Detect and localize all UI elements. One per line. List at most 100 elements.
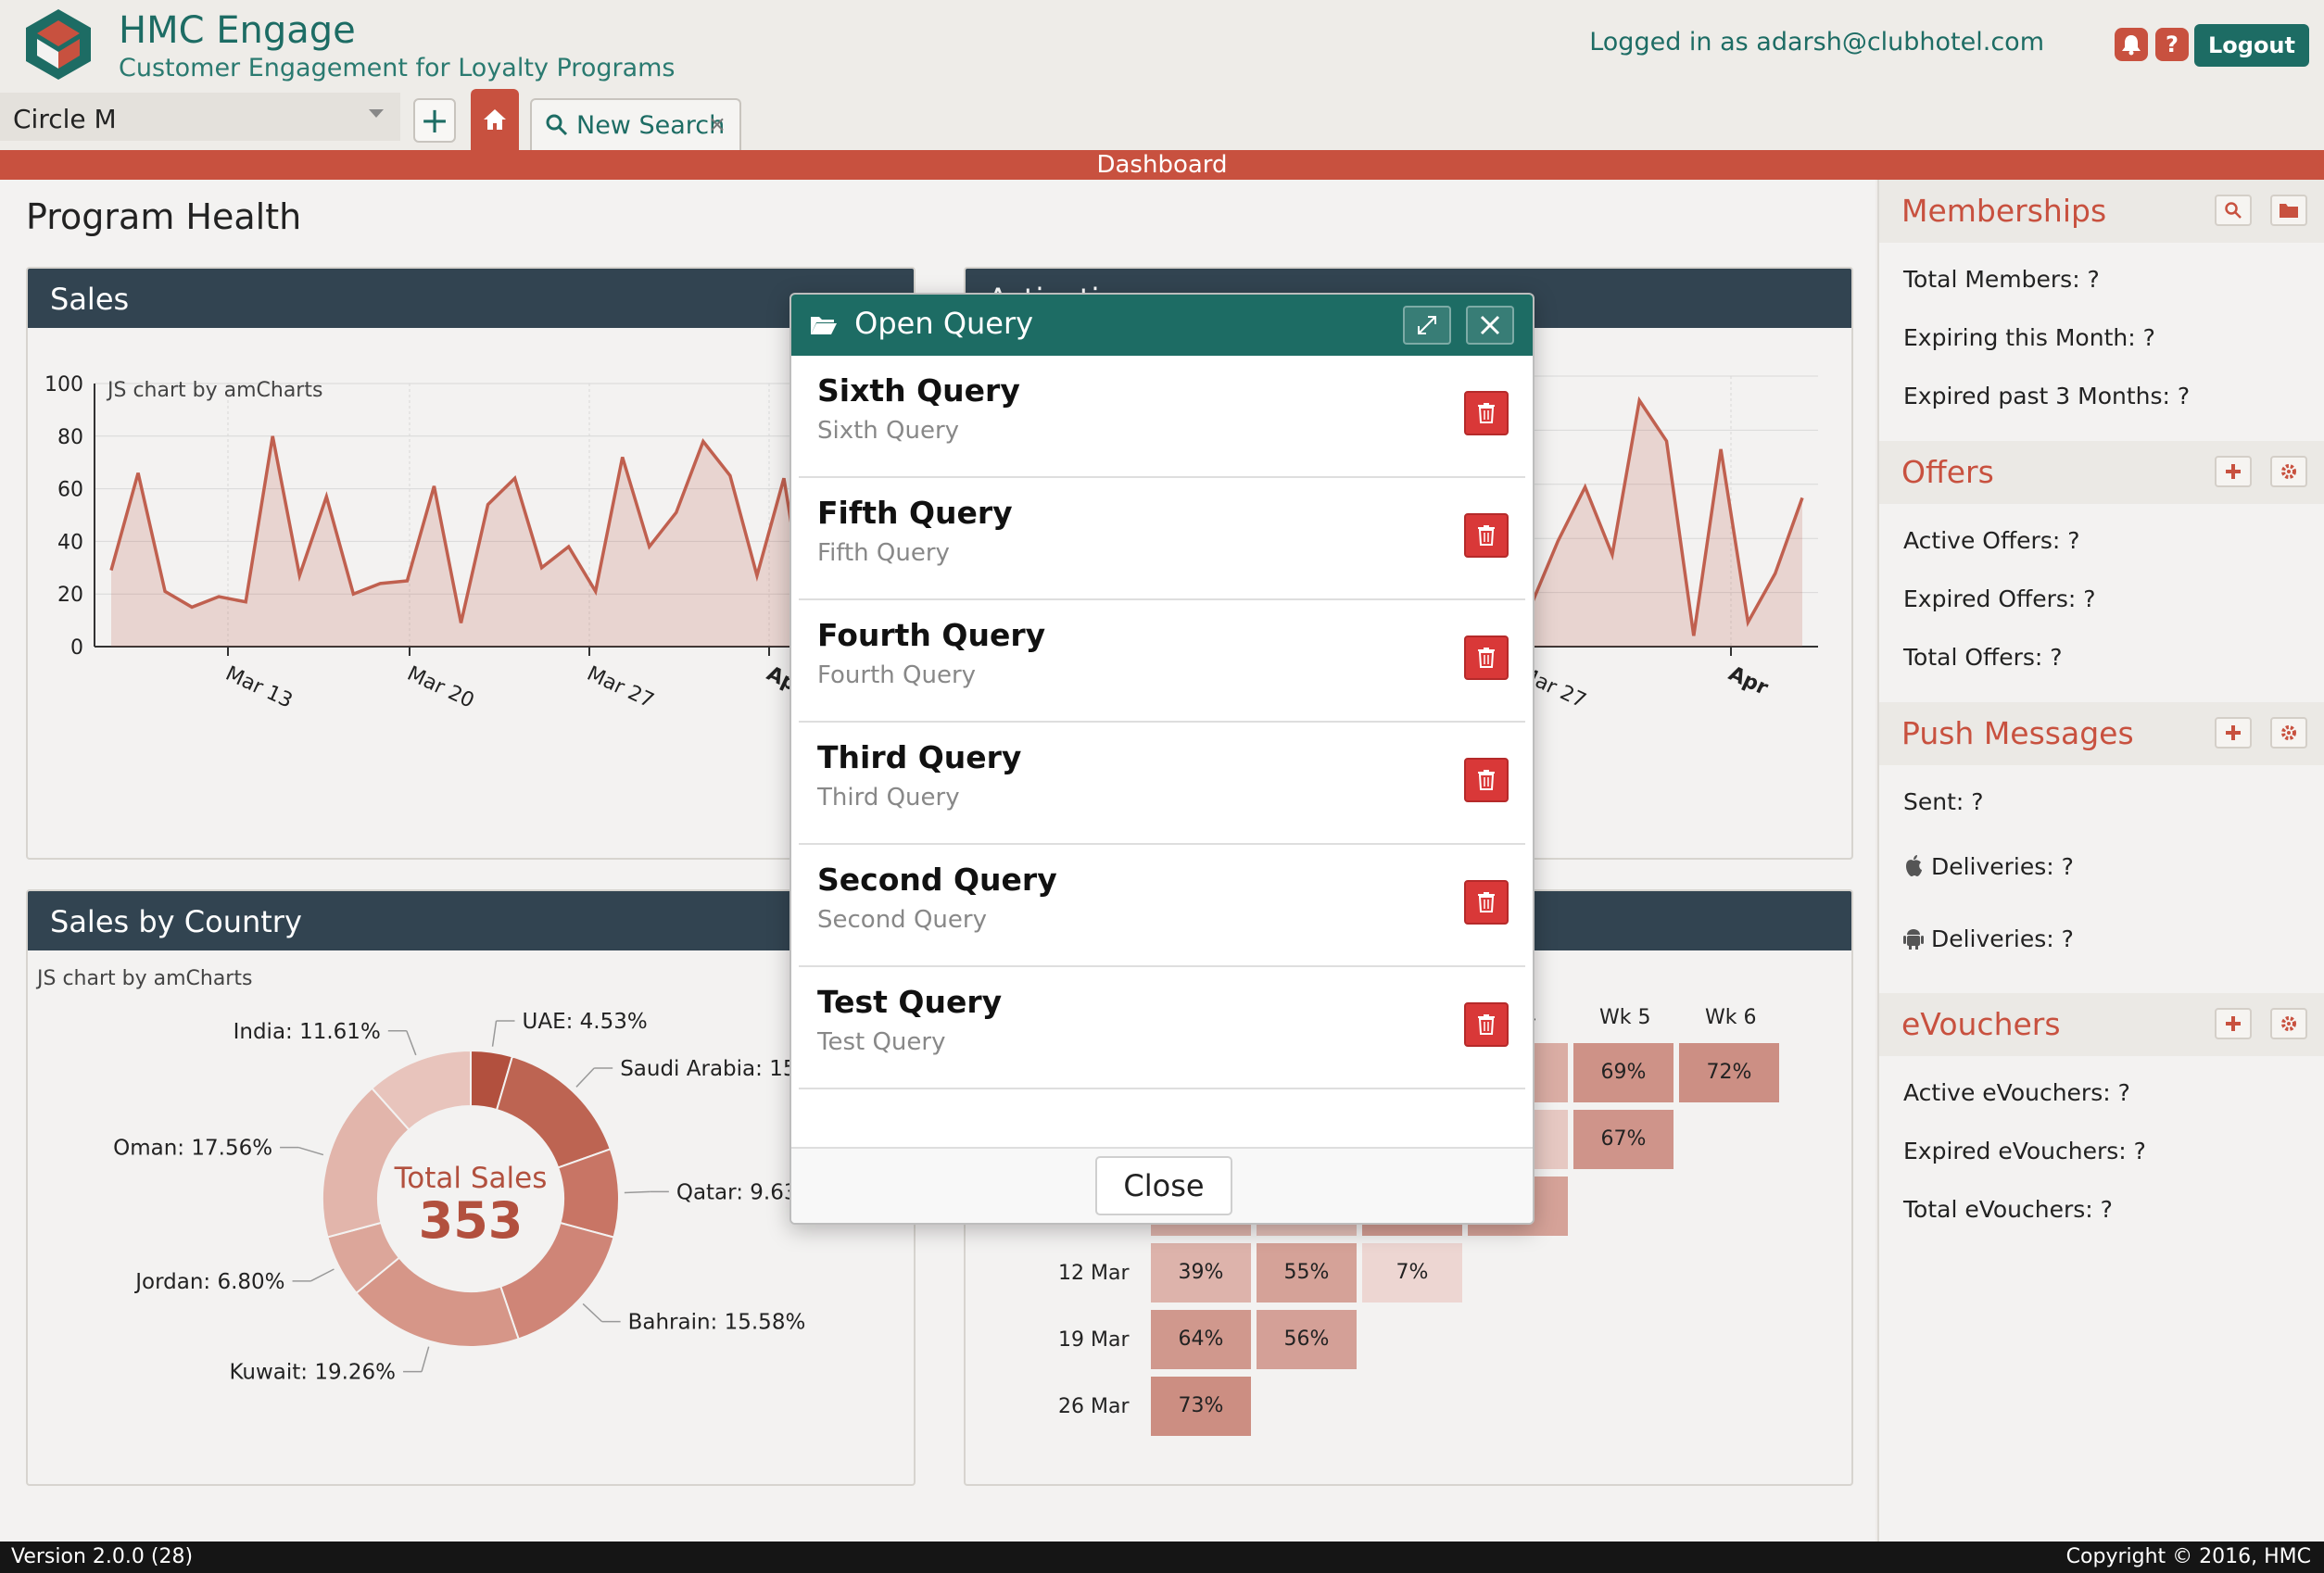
home-icon xyxy=(484,109,506,130)
trash-icon xyxy=(1478,770,1495,790)
expand-icon xyxy=(1418,316,1436,334)
folder-icon xyxy=(2280,204,2298,218)
heatmap-cell: 72% xyxy=(1679,1043,1779,1102)
add-tab-button[interactable]: + xyxy=(413,98,456,143)
query-item[interactable]: Third Query Third Query xyxy=(799,723,1525,845)
x-tick-label: Mar 13 xyxy=(221,662,296,713)
query-name: Second Query xyxy=(817,862,1057,898)
query-name: Fourth Query xyxy=(817,617,1046,653)
heatmap-row-label: 12 Mar xyxy=(1058,1262,1130,1285)
evouchers-header: eVouchers xyxy=(1879,993,2324,1056)
x-tick-label: Mar 27 xyxy=(583,662,657,713)
query-item[interactable]: Second Query Second Query xyxy=(799,845,1525,967)
logout-button[interactable]: Logout xyxy=(2194,24,2309,67)
query-name: Fifth Query xyxy=(817,495,1013,531)
memberships-header: Memberships xyxy=(1879,180,2324,243)
version-label: Version 2.0.0 (28) xyxy=(11,1545,194,1568)
query-item[interactable]: Fifth Query Fifth Query xyxy=(799,478,1525,600)
heatmap-cell: 55% xyxy=(1257,1243,1357,1302)
evouchers-add-button[interactable] xyxy=(2215,1008,2252,1039)
app-title: HMC Engage xyxy=(119,9,356,52)
gear-icon xyxy=(2281,464,2296,479)
offers-settings-button[interactable] xyxy=(2270,456,2307,487)
pie-center-label: Total Sales xyxy=(394,1162,548,1195)
query-description: Third Query xyxy=(817,784,960,812)
heatmap-cell: 73% xyxy=(1151,1377,1251,1436)
area-fill xyxy=(1531,400,1802,647)
y-tick-label: 20 xyxy=(57,584,83,607)
modal-close-x-button[interactable] xyxy=(1466,306,1514,345)
close-icon xyxy=(1480,315,1500,335)
push-sent: Sent: ? xyxy=(1903,788,1984,815)
sales-by-country-title: Sales by Country xyxy=(28,891,914,950)
push-ios-deliveries-label: Deliveries: ? xyxy=(1930,853,2074,880)
close-button[interactable]: Close xyxy=(1095,1156,1232,1215)
sales-by-country-panel: Sales by Country JS chart by amCharts UA… xyxy=(26,889,916,1486)
app-subtitle: Customer Engagement for Loyalty Programs xyxy=(119,54,676,82)
query-description: Fourth Query xyxy=(817,661,977,689)
modal-header: Open Query xyxy=(791,295,1533,356)
heatmap-cell: 69% xyxy=(1573,1043,1674,1102)
heatmap-cell: 64% xyxy=(1151,1310,1251,1369)
close-tab-icon[interactable]: × xyxy=(708,111,726,137)
heatmap-cell: 7% xyxy=(1362,1243,1462,1302)
sales-by-country-chart: UAE: 4.53%Saudi Arabia: 15Qatar: 9.63%Ba… xyxy=(113,1010,817,1385)
pie-label-line xyxy=(491,1020,498,1047)
query-item[interactable]: Test Query Test Query xyxy=(799,967,1525,1089)
delete-query-button[interactable] xyxy=(1464,391,1509,435)
heatmap-column-label: Wk 5 xyxy=(1599,1006,1651,1029)
push-add-button[interactable] xyxy=(2215,717,2252,749)
page-title: Program Health xyxy=(26,196,302,237)
x-tick-label: Mar 20 xyxy=(403,662,477,713)
modal-expand-button[interactable] xyxy=(1403,306,1451,345)
delete-query-button[interactable] xyxy=(1464,758,1509,802)
evouchers-section: eVouchers Active eVouchers: ? Expired eV… xyxy=(1879,993,2324,1239)
offers-section: Offers Active Offers: ? Expired Offers: … xyxy=(1879,441,2324,686)
delete-query-button[interactable] xyxy=(1464,880,1509,925)
pie-slice-label: Saudi Arabia: 15 xyxy=(620,1057,796,1081)
delete-query-button[interactable] xyxy=(1464,513,1509,558)
tab-home[interactable] xyxy=(471,89,519,150)
circle-select[interactable]: Circle M xyxy=(0,93,400,141)
memberships-search-button[interactable] xyxy=(2215,195,2252,226)
tab-new-search[interactable]: New Search × xyxy=(530,98,741,150)
y-tick-label: 40 xyxy=(57,531,83,554)
evouchers-settings-button[interactable] xyxy=(2270,1008,2307,1039)
gear-icon xyxy=(2281,725,2296,740)
pie-slice-label: Kuwait: 19.26% xyxy=(229,1361,396,1385)
memberships-expired: Expired past 3 Months: ? xyxy=(1903,383,2191,409)
evouchers-expired: Expired eVouchers: ? xyxy=(1903,1138,2146,1164)
delete-query-button[interactable] xyxy=(1464,635,1509,680)
modal-title: Open Query xyxy=(854,306,1034,341)
push-messages-section: Push Messages Sent: ? Deliveries: ? Deli… xyxy=(1879,702,2324,975)
android-icon xyxy=(1903,929,1924,950)
caret-down-icon xyxy=(369,109,384,118)
query-list: Sixth Query Sixth Query Fifth Query Fifth Q… xyxy=(799,356,1525,1089)
pie-label-line xyxy=(297,1146,324,1156)
memberships-section: Memberships Total Members: ? Expiring th… xyxy=(1879,180,2324,425)
dashboard-bar: Dashboard xyxy=(0,150,2324,180)
heatmap-cell: 67% xyxy=(1573,1110,1674,1169)
delete-query-button[interactable] xyxy=(1464,1002,1509,1047)
query-item[interactable]: Fourth Query Fourth Query xyxy=(799,600,1525,723)
offers-add-button[interactable] xyxy=(2215,456,2252,487)
gear-icon xyxy=(2281,1016,2296,1031)
evouchers-active: Active eVouchers: ? xyxy=(1903,1079,2130,1106)
memberships-open-button[interactable] xyxy=(2270,195,2307,226)
plus-icon xyxy=(2226,725,2241,740)
apple-icon xyxy=(1906,855,1922,876)
tab-bar: Circle M + New Search × xyxy=(0,89,2324,150)
trash-icon xyxy=(1478,403,1495,423)
push-android-deliveries-label: Deliveries: ? xyxy=(1930,925,2074,952)
question-icon[interactable]: ? xyxy=(2155,28,2189,61)
offers-header: Offers xyxy=(1879,441,2324,504)
pie-slice xyxy=(495,1055,613,1169)
pie-slice-label: Oman: 17.56% xyxy=(113,1137,272,1161)
amcharts-credit: JS chart by amCharts xyxy=(106,379,322,402)
push-settings-button[interactable] xyxy=(2270,717,2307,749)
search-icon xyxy=(546,114,568,136)
bell-icon[interactable] xyxy=(2115,28,2148,61)
query-item[interactable]: Sixth Query Sixth Query xyxy=(799,356,1525,478)
sales-panel-title: Sales xyxy=(28,269,914,328)
query-description: Test Query xyxy=(817,1028,946,1056)
